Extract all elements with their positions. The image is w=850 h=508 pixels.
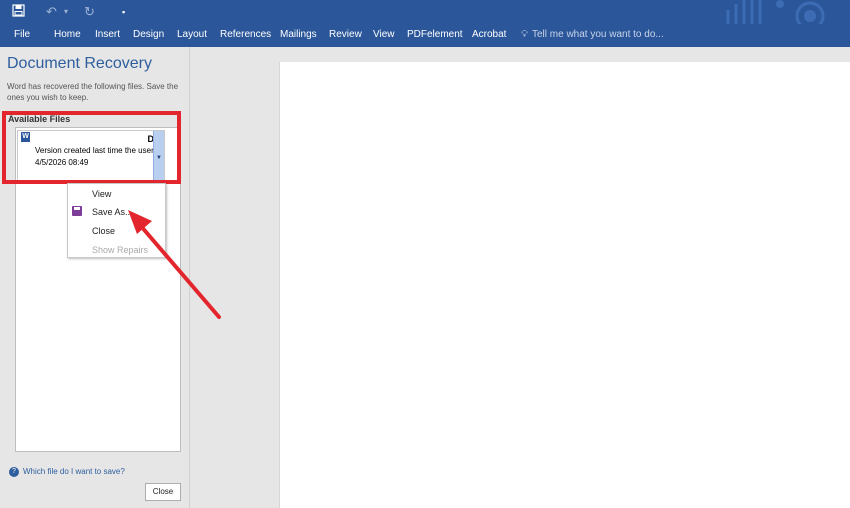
tab-insert[interactable]: Insert <box>95 28 120 42</box>
menu-item-show-repairs: Show Repairs <box>92 245 149 255</box>
close-button[interactable]: Close <box>145 483 181 501</box>
tab-review[interactable]: Review <box>329 28 362 42</box>
lightbulb-icon: 💡︎ <box>521 29 528 40</box>
ribbon-tabs: File Home Insert Design Layout Reference… <box>0 24 850 47</box>
tab-layout[interactable]: Layout <box>177 28 207 42</box>
tab-home[interactable]: Home <box>54 28 81 42</box>
redo-icon[interactable]: ↻ <box>84 4 95 20</box>
tab-acrobat[interactable]: Acrobat <box>472 28 506 42</box>
file-version: Version created last time the user <box>35 146 154 155</box>
customize-toolbar-icon[interactable]: ▪ <box>122 4 125 20</box>
tab-file[interactable]: File <box>14 28 30 42</box>
tab-mailings[interactable]: Mailings <box>280 28 317 42</box>
pane-title: Document Recovery <box>7 55 152 72</box>
help-link[interactable]: ? Which file do I want to save? <box>9 467 125 477</box>
tab-pdfelement[interactable]: PDFelement <box>407 28 463 42</box>
tell-me-text: Tell me what you want to do... <box>532 29 664 40</box>
question-icon: ? <box>9 467 19 477</box>
chevron-down-icon: ▼ <box>156 155 162 161</box>
document-page[interactable] <box>279 62 850 508</box>
document-area <box>191 47 850 508</box>
recovered-file-item[interactable]: W D Version created last time the user 4… <box>17 130 165 182</box>
word-file-icon: W <box>21 132 30 142</box>
tab-design[interactable]: Design <box>133 28 164 42</box>
pane-description: Word has recovered the following files. … <box>7 82 179 102</box>
menu-item-view[interactable]: View <box>92 189 111 199</box>
help-text: Which file do I want to save? <box>23 467 125 477</box>
tell-me-search[interactable]: 💡︎ Tell me what you want to do... <box>521 28 664 42</box>
file-context-menu: View Save As... Close Show Repairs <box>67 183 166 258</box>
undo-icon[interactable]: ↶ <box>46 4 57 20</box>
file-date: 4/5/2026 08:49 <box>35 158 89 167</box>
title-bar: ↶ ▾ ↻ ▪ <box>0 0 850 47</box>
document-recovery-pane: Document Recovery Word has recovered the… <box>0 47 190 508</box>
save-icon[interactable] <box>12 4 25 21</box>
save-as-icon <box>72 206 82 216</box>
undo-dropdown-icon[interactable]: ▾ <box>64 4 68 20</box>
available-files-label: Available Files <box>8 114 71 124</box>
file-dropdown-button[interactable]: ▼ <box>153 131 164 181</box>
menu-item-save-as[interactable]: Save As... <box>92 207 133 217</box>
tab-view[interactable]: View <box>373 28 395 42</box>
tab-references[interactable]: References <box>220 28 271 42</box>
menu-item-close[interactable]: Close <box>92 226 115 236</box>
